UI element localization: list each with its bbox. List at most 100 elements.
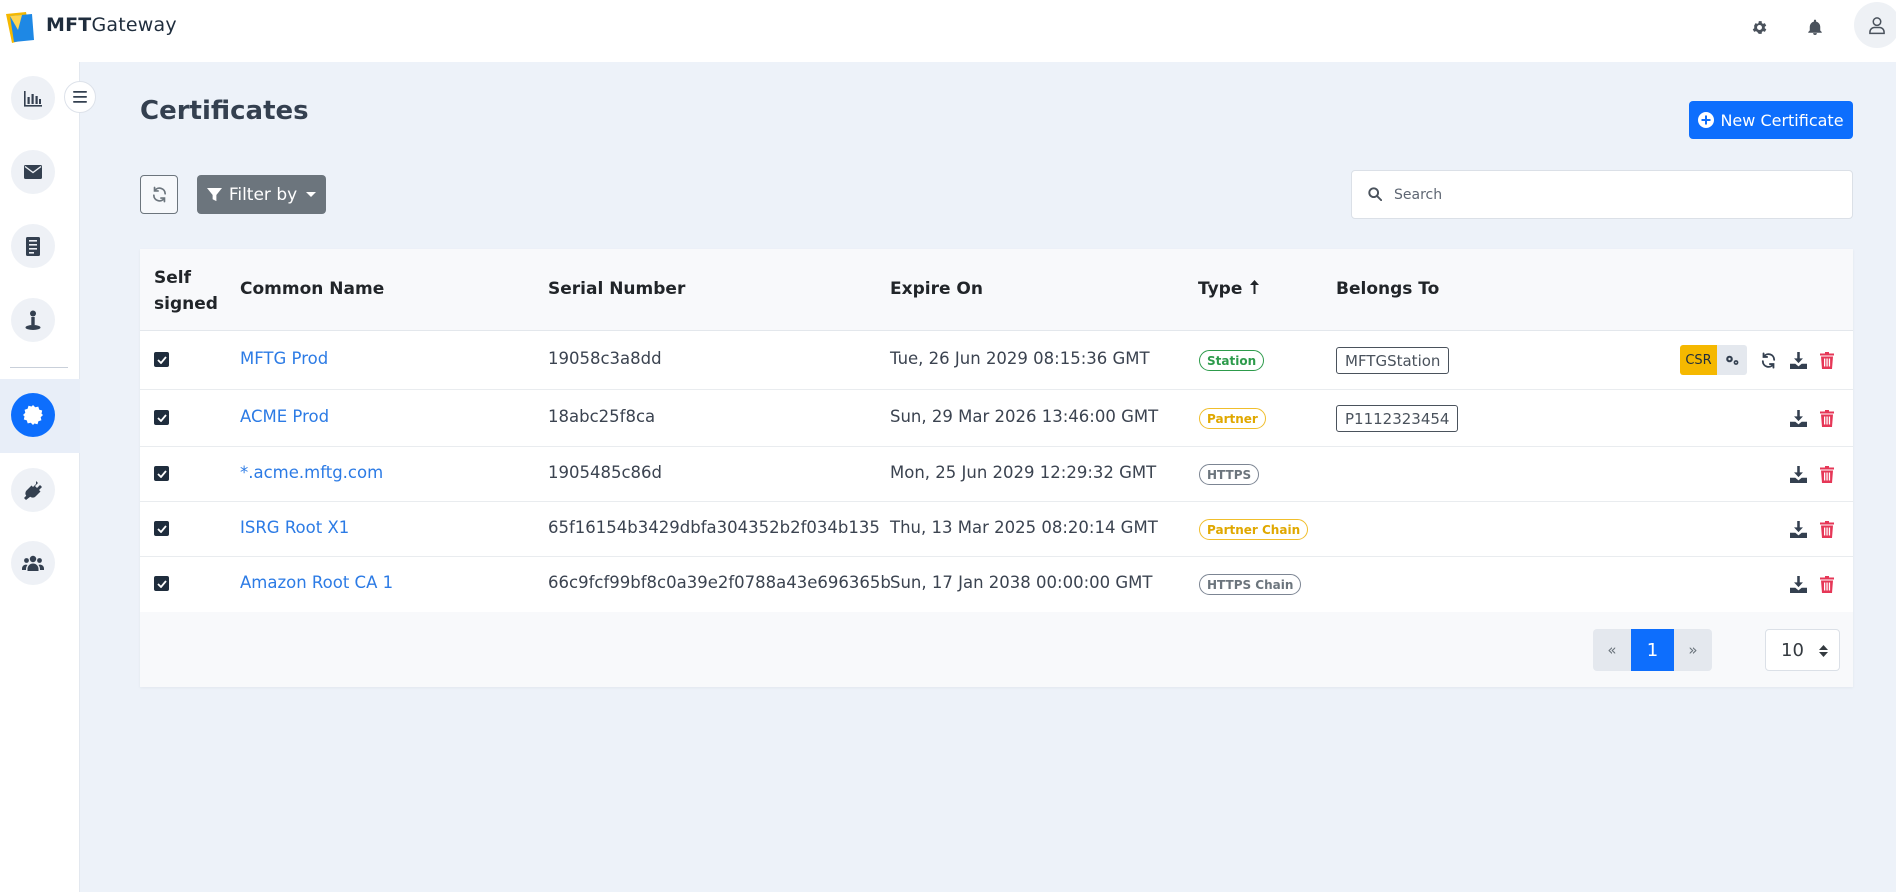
download-icon[interactable] [1788,350,1808,370]
envelope-icon [24,165,42,179]
csr-button[interactable]: CSR [1680,345,1717,375]
header-type[interactable]: Type [1198,279,1260,299]
table-row: Amazon Root CA 1 66c9fcf99bf8c0a39e2f078… [140,557,1853,612]
bell-icon[interactable] [1802,14,1828,40]
document-icon [26,236,40,256]
trash-icon[interactable] [1817,408,1837,428]
search-input[interactable] [1394,183,1834,207]
download-icon[interactable] [1788,574,1808,594]
self-signed-checkbox[interactable] [154,466,169,481]
common-name-link[interactable]: MFTG Prod [240,349,328,368]
trash-icon[interactable] [1817,350,1837,370]
download-icon[interactable] [1788,408,1808,428]
sidebar [0,62,80,892]
self-signed-checkbox[interactable] [154,521,169,536]
belongs-to-tag[interactable]: MFTGStation [1336,347,1450,374]
checkmark-icon [156,579,167,588]
table-row: MFTG Prod 19058c3a8dd Tue, 26 Jun 2029 0… [140,331,1853,390]
type-badge: Station [1199,350,1265,371]
trash-icon[interactable] [1817,464,1837,484]
pagination-next-button[interactable]: » [1674,629,1712,671]
plug-icon [24,481,42,500]
common-name-link[interactable]: ACME Prod [240,407,329,426]
self-signed-checkbox[interactable] [154,576,169,591]
search-icon [1368,187,1382,201]
filter-funnel-icon [206,187,222,202]
table-row: ACME Prod 18abc25f8ca Sun, 29 Mar 2026 1… [140,390,1853,447]
expire-date: Sun, 29 Mar 2026 13:46:00 GMT [890,407,1159,426]
table-row: *.acme.mftg.com 1905485c86d Mon, 25 Jun … [140,447,1853,502]
sidebar-separator [10,367,68,368]
trash-icon[interactable] [1817,574,1837,594]
self-signed-checkbox[interactable] [154,410,169,425]
users-icon [22,555,44,571]
plus-circle-icon [1698,112,1715,128]
serial-number: 65f16154b3429dbfa304352b2f034b135 [548,518,880,537]
renew-icon[interactable] [1758,350,1778,370]
certificate-badge-icon [23,405,43,425]
brand-name[interactable]: MFTGateway [46,14,177,36]
sidebar-item-messages[interactable] [11,150,55,194]
select-updown-icon [1819,645,1828,657]
table-row: ISRG Root X1 65f16154b3429dbfa304352b2f0… [140,502,1853,557]
common-name-link[interactable]: Amazon Root CA 1 [240,573,393,592]
sidebar-item-dashboard[interactable] [11,76,55,120]
sidebar-item-documents[interactable] [11,224,55,268]
bar-chart-icon [24,90,42,107]
header-expire-on[interactable]: Expire On [890,279,983,299]
hamburger-menu-icon [73,91,87,103]
per-page-select[interactable]: 10 [1765,629,1840,671]
checkmark-icon [156,524,167,533]
refresh-icon [152,186,166,203]
download-icon[interactable] [1788,519,1808,539]
download-icon[interactable] [1788,464,1808,484]
common-name-link[interactable]: ISRG Root X1 [240,518,349,537]
expire-date: Thu, 13 Mar 2025 08:20:14 GMT [890,518,1158,537]
type-badge: HTTPS [1199,464,1260,485]
checkmark-icon [156,469,167,478]
sidebar-item-stations[interactable] [11,298,55,342]
belongs-to-tag[interactable]: P1112323454 [1336,405,1459,432]
sidebar-toggle-button[interactable] [64,81,96,113]
trash-icon[interactable] [1817,519,1837,539]
serial-number: 1905485c86d [548,463,663,482]
sort-ascending-icon [1250,280,1260,294]
common-name-link[interactable]: *.acme.mftg.com [240,463,383,482]
person-station-icon [25,310,41,330]
filter-by-button[interactable]: Filter by [197,175,326,214]
settings-gear-icon[interactable] [1746,14,1772,40]
sidebar-item-certificates[interactable] [11,393,55,437]
expire-date: Tue, 26 Jun 2029 08:15:36 GMT [890,349,1150,368]
sidebar-item-connectors[interactable] [11,468,55,512]
header-self-signed[interactable]: Self signed [154,265,218,317]
checkmark-icon [156,413,167,422]
mftgateway-logo[interactable] [4,10,38,44]
new-certificate-button[interactable]: New Certificate [1689,101,1853,139]
cogs-icon[interactable] [1717,345,1747,375]
expire-date: Mon, 25 Jun 2029 12:29:32 GMT [890,463,1157,482]
type-badge: Partner [1199,408,1266,429]
pagination: « 1 » [1593,629,1712,671]
refresh-button[interactable] [140,175,178,214]
checkmark-icon [156,355,167,364]
chevron-down-icon [306,192,317,197]
header-common-name[interactable]: Common Name [240,279,384,299]
table-header: Self signed Common Name Serial Number Exp… [140,249,1853,331]
top-bar: MFTGateway [0,0,1896,62]
user-avatar[interactable] [1854,2,1896,48]
type-badge: HTTPS Chain [1199,574,1302,595]
sidebar-item-partners[interactable] [11,541,55,585]
header-belongs-to[interactable]: Belongs To [1336,279,1439,299]
serial-number: 18abc25f8ca [548,407,656,426]
self-signed-checkbox[interactable] [154,352,169,367]
serial-number: 66c9fcf99bf8c0a39e2f0788a43e696365b [548,573,891,592]
header-serial-number[interactable]: Serial Number [548,279,685,299]
pagination-prev-button[interactable]: « [1593,629,1631,671]
certificates-table: Self signed Common Name Serial Number Exp… [140,249,1853,687]
page-title: Certificates [140,96,309,126]
serial-number: 19058c3a8dd [548,349,662,368]
user-icon [1869,17,1885,35]
search-box[interactable] [1351,170,1853,219]
pagination-page-1[interactable]: 1 [1631,629,1674,671]
type-badge: Partner Chain [1199,519,1309,540]
